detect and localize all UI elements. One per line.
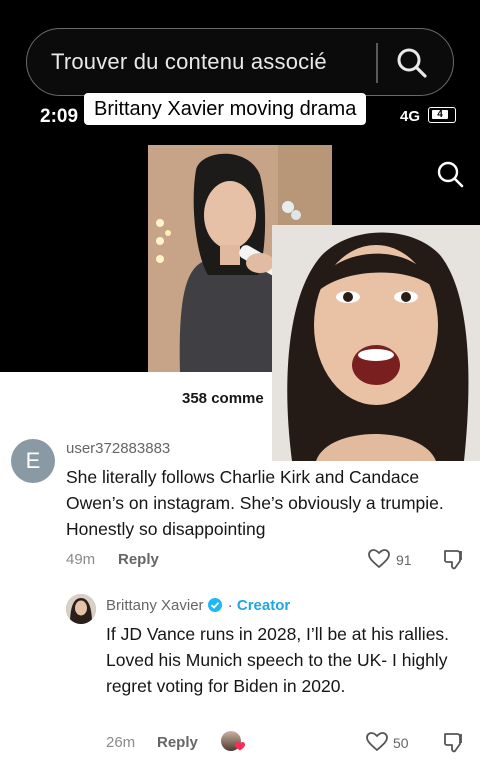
comment-time: 26m (106, 734, 136, 751)
dislike-icon[interactable] (443, 548, 465, 570)
comment-text: She literally follows Charlie Kirk and C… (66, 467, 444, 539)
heart-icon[interactable] (368, 549, 390, 569)
heart-icon (235, 742, 245, 751)
reply-button[interactable]: Reply (118, 551, 159, 568)
overlay-video-art (272, 225, 480, 461)
reply-username[interactable]: Brittany Xavier (106, 597, 204, 614)
like-count: 91 (396, 552, 412, 568)
comment-time: 49m (66, 551, 96, 568)
avatar-art (66, 594, 96, 624)
comment-username[interactable]: user372883883 (66, 440, 170, 457)
video-caption: Brittany Xavier moving drama (84, 93, 367, 125)
reply-username-line: Brittany Xavier · Creator (106, 597, 290, 614)
overlay-video[interactable] (272, 225, 480, 461)
battery-level: 4 (432, 110, 448, 120)
avatar[interactable] (66, 594, 96, 624)
search-icon[interactable] (436, 160, 464, 188)
network-indicator: 4G (400, 108, 421, 125)
comment-text: If JD Vance runs in 2028, I’ll be at his… (106, 624, 450, 696)
separator-dot: · (227, 597, 233, 614)
dislike-icon[interactable] (443, 731, 465, 753)
status-time: 2:09 (40, 106, 79, 127)
search-divider (376, 43, 378, 83)
search-icon[interactable] (395, 46, 429, 80)
like-count: 50 (393, 735, 409, 751)
heart-icon[interactable] (366, 732, 388, 752)
verified-icon (207, 598, 222, 612)
creator-badge: Creator (236, 597, 291, 614)
avatar[interactable]: E (11, 439, 55, 483)
comment-count: 358 comme (182, 390, 264, 407)
search-bar[interactable]: Trouver du contenu associé (26, 28, 454, 96)
search-input[interactable]: Trouver du contenu associé (51, 49, 327, 75)
battery-icon: 4 (428, 107, 456, 123)
reply-button[interactable]: Reply (157, 734, 198, 751)
